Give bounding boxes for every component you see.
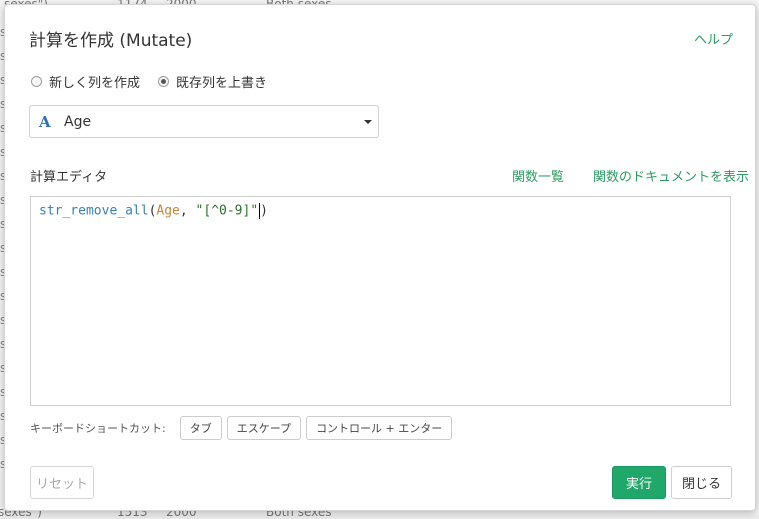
- shortcut-key-ctrl-enter: コントロール + エンター: [306, 416, 453, 440]
- shortcut-key-tab: タブ: [179, 416, 222, 440]
- mutate-dialog: 計算を作成 (Mutate) ヘルプ 新しく列を作成 既存列を上書き A Age…: [4, 4, 756, 511]
- keyboard-shortcuts: キーボードショートカット: タブ エスケープ コントロール + エンター: [30, 416, 457, 440]
- caret-down-icon[interactable]: [364, 120, 372, 124]
- editor-label: 計算エディタ: [30, 170, 108, 185]
- code-column-token: Age: [156, 203, 180, 219]
- radio-button-checked-icon[interactable]: [158, 76, 170, 87]
- function-docs-link[interactable]: 関数のドキュメントを表示: [593, 166, 749, 185]
- shortcuts-label: キーボードショートカット:: [30, 422, 166, 435]
- radio-overwrite-column[interactable]: 既存列を上書き: [158, 72, 267, 91]
- expression-code: str_remove_all(Age, "[^0-9]"): [39, 203, 268, 219]
- shortcut-key-escape: エスケープ: [226, 416, 302, 440]
- close-button[interactable]: 閉じる: [671, 466, 732, 499]
- function-list-link[interactable]: 関数一覧: [512, 166, 564, 185]
- dialog-title: 計算を作成 (Mutate): [29, 31, 193, 51]
- character-type-icon: A: [39, 112, 51, 131]
- run-button[interactable]: 実行: [612, 466, 666, 499]
- code-string-token: "[^0-9]": [195, 203, 259, 219]
- code-close-paren: ): [260, 203, 268, 219]
- radio-overwrite-column-label: 既存列を上書き: [176, 76, 268, 91]
- code-function-token: str_remove_all: [39, 203, 149, 219]
- expression-editor[interactable]: str_remove_all(Age, "[^0-9]"): [30, 196, 731, 406]
- mode-radio-group: 新しく列を作成 既存列を上書き: [31, 72, 285, 91]
- radio-new-column[interactable]: 新しく列を作成: [31, 72, 140, 91]
- radio-new-column-label: 新しく列を作成: [49, 76, 141, 91]
- help-link[interactable]: ヘルプ: [694, 29, 733, 48]
- column-select[interactable]: A Age: [29, 105, 379, 138]
- column-select-value: Age: [64, 113, 92, 130]
- radio-button-icon[interactable]: [31, 76, 42, 87]
- code-separator: ,: [179, 203, 196, 219]
- reset-button[interactable]: リセット: [30, 466, 94, 499]
